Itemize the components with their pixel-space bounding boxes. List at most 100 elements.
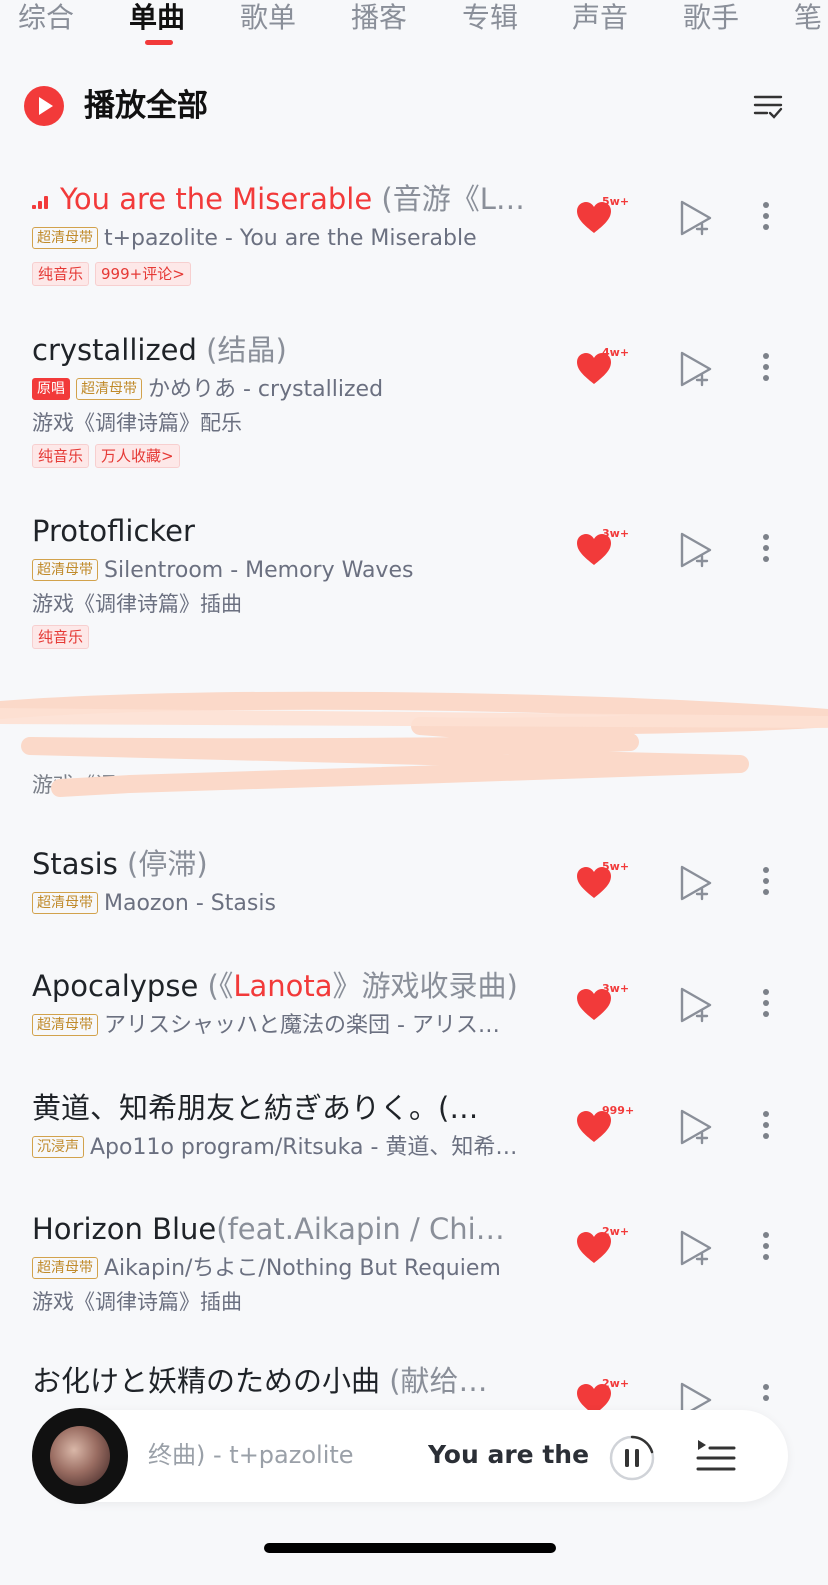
original-badge: 原唱 — [32, 378, 70, 400]
tab-playlists[interactable]: 歌单 — [240, 0, 296, 36]
song-title-main: You are the Miserable — [60, 182, 373, 216]
song-artist-album: Maozon - Stasis — [104, 891, 276, 916]
more-options-icon[interactable] — [758, 1380, 774, 1412]
song-meta: 超清母带 Maozon - Stasis — [32, 889, 542, 919]
more-options-icon[interactable] — [758, 198, 774, 234]
more-options-icon[interactable] — [758, 1107, 774, 1143]
tag-pure-music: 纯音乐 — [32, 625, 90, 649]
song-artist-album: Apo11o program/Ritsuka - 黄道、知希… — [90, 1135, 518, 1160]
tag-collections[interactable]: 万人收藏> — [95, 444, 180, 468]
add-to-queue-icon[interactable] — [678, 349, 714, 389]
like-count: 2w+ — [602, 1377, 630, 1390]
song-row[interactable]: 黄道、知希朋友と紡ぎありく。(… 沉浸声 Apo11o program/Ritsu… — [0, 1089, 828, 1179]
like-count: 999+ — [602, 1104, 635, 1117]
song-meta: 原唱 超清母带 かめりあ - crystallized — [32, 375, 542, 405]
add-to-queue-icon[interactable] — [678, 1228, 714, 1268]
song-title-sub: (feat.Aikapin / Chi… — [216, 1212, 505, 1246]
song-title-main: crystallized — [32, 333, 197, 367]
more-options-icon[interactable] — [758, 349, 774, 385]
song-title: crystallized (结晶) — [32, 331, 542, 369]
tab-albums[interactable]: 专辑 — [462, 0, 518, 36]
tag-pure-music: 纯音乐 — [32, 444, 90, 468]
more-options-icon[interactable] — [758, 530, 774, 566]
pause-icon[interactable] — [608, 1434, 656, 1482]
more-options-icon[interactable] — [758, 1228, 774, 1264]
add-to-queue-icon[interactable] — [678, 530, 714, 570]
tab-notes[interactable]: 笔 — [794, 0, 822, 36]
song-meta: 超清母带 Silentroom - Memory Waves — [32, 556, 542, 586]
song-artist-album: t+pazolite - You are the Miserable — [104, 226, 477, 251]
like-button[interactable]: 999+ — [572, 1104, 635, 1148]
tab-artists[interactable]: 歌手 — [683, 0, 739, 36]
like-count: 5w+ — [602, 860, 630, 873]
like-count: 2w+ — [602, 1225, 630, 1238]
tag-comments[interactable]: 999+评论> — [95, 262, 191, 286]
like-button[interactable]: 5w+ — [572, 195, 632, 239]
like-button[interactable]: 5w+ — [572, 860, 632, 904]
play-icon[interactable] — [24, 86, 64, 126]
song-row[interactable]: お化けと妖精のための小曲 (献给… 2w+ — [0, 1362, 828, 1412]
tag-pure-music: 纯音乐 — [32, 262, 90, 286]
song-row[interactable]: Protoflicker 超清母带 Silentroom - Memory Wav… — [0, 512, 828, 652]
tab-comprehensive[interactable]: 综合 — [18, 0, 74, 36]
song-tags: 纯音乐 万人收藏> — [32, 439, 186, 469]
song-title-sub: (献给… — [380, 1364, 488, 1398]
quality-badge: 超清母带 — [32, 892, 98, 914]
quality-badge: 超清母带 — [32, 227, 98, 249]
home-indicator — [264, 1543, 556, 1553]
add-to-queue-icon[interactable] — [678, 1380, 714, 1412]
album-cover-disc[interactable] — [32, 1408, 128, 1504]
add-to-queue-icon[interactable] — [678, 198, 714, 238]
song-tags: 纯音乐 — [32, 620, 95, 650]
song-title-sub-post: 》游戏收录曲) — [332, 969, 518, 1003]
like-button[interactable]: 3w+ — [572, 982, 632, 1026]
add-to-queue-icon[interactable] — [678, 985, 714, 1025]
song-meta: 超清母带 Aikapin/ちよこ/Nothing But Requiem — [32, 1254, 542, 1284]
song-meta: 超清母带 アリスシャッハと魔法の楽団 - アリス… — [32, 1011, 542, 1041]
mini-player[interactable]: 终曲) - t+pazolite You are the Miserable — [32, 1408, 788, 1504]
song-row[interactable]: Apocalypse (《Lanota》游戏收录曲) 超清母带 アリスシャッハと魔… — [0, 967, 828, 1057]
quality-badge: 超清母带 — [32, 559, 98, 581]
like-count: 3w+ — [602, 527, 630, 540]
song-row[interactable]: crystallized (结晶) 原唱 超清母带 かめりあ - crystalli… — [0, 331, 828, 471]
like-count: 3w+ — [602, 982, 630, 995]
now-playing-title: You are the Miserable — [428, 1440, 596, 1469]
quality-badge: 沉浸声 — [32, 1136, 84, 1158]
like-button[interactable]: 2w+ — [572, 1377, 632, 1412]
song-description: 游戏《调律诗篇》插曲 — [32, 592, 242, 616]
song-title-sub: (结晶) — [196, 333, 287, 367]
song-meta: 超清母带 t+pazolite - You are the Miserable — [32, 224, 542, 254]
like-count: 5w+ — [602, 195, 630, 208]
like-button[interactable]: 3w+ — [572, 527, 632, 571]
now-playing-artist: 终曲) - t+pazolite — [148, 1441, 354, 1469]
song-description: 游戏《调律诗篇》配乐 — [32, 411, 242, 435]
song-row[interactable]: You are the Miserable (音游《L… 超清母带 t+pazol… — [0, 180, 828, 290]
tab-podcasts[interactable]: 播客 — [351, 0, 407, 36]
tab-voices[interactable]: 声音 — [572, 0, 628, 36]
song-meta: 沉浸声 Apo11o program/Ritsuka - 黄道、知希… — [32, 1133, 542, 1163]
search-tabs: 综合 单曲 歌单 播客 专辑 声音 歌手 笔 — [0, 0, 828, 52]
more-options-icon[interactable] — [758, 985, 774, 1021]
song-artist-album: Silentroom - Memory Waves — [104, 558, 414, 583]
song-title: 黄道、知希朋友と紡ぎありく。(… — [32, 1091, 479, 1125]
song-title-main: お化けと妖精のための小曲 — [32, 1364, 381, 1398]
playlist-icon[interactable] — [694, 1436, 738, 1476]
song-title-main: Horizon Blue — [32, 1212, 217, 1246]
now-playing-wave-icon — [32, 193, 50, 209]
redaction-scribble — [0, 691, 828, 797]
add-to-queue-icon[interactable] — [678, 863, 714, 903]
song-title-sub: (停滞) — [117, 847, 208, 881]
song-title: Protoflicker — [32, 514, 195, 548]
multi-select-icon[interactable] — [752, 90, 784, 122]
tab-songs[interactable]: 单曲 — [129, 0, 185, 36]
song-title: Apocalypse (《Lanota》游戏收录曲) — [32, 967, 542, 1005]
play-all-row[interactable]: 播放全部 — [24, 84, 804, 128]
add-to-queue-icon[interactable] — [678, 1107, 714, 1147]
song-row[interactable]: Stasis (停滞) 超清母带 Maozon - Stasis 5w+ — [0, 845, 828, 935]
like-button[interactable]: 2w+ — [572, 1225, 632, 1269]
more-options-icon[interactable] — [758, 863, 774, 899]
quality-badge: 超清母带 — [32, 1014, 98, 1036]
like-button[interactable]: 4w+ — [572, 346, 632, 390]
song-row[interactable]: Horizon Blue(feat.Aikapin / Chi… 超清母带 Aik… — [0, 1210, 828, 1330]
song-title: Stasis (停滞) — [32, 845, 542, 883]
